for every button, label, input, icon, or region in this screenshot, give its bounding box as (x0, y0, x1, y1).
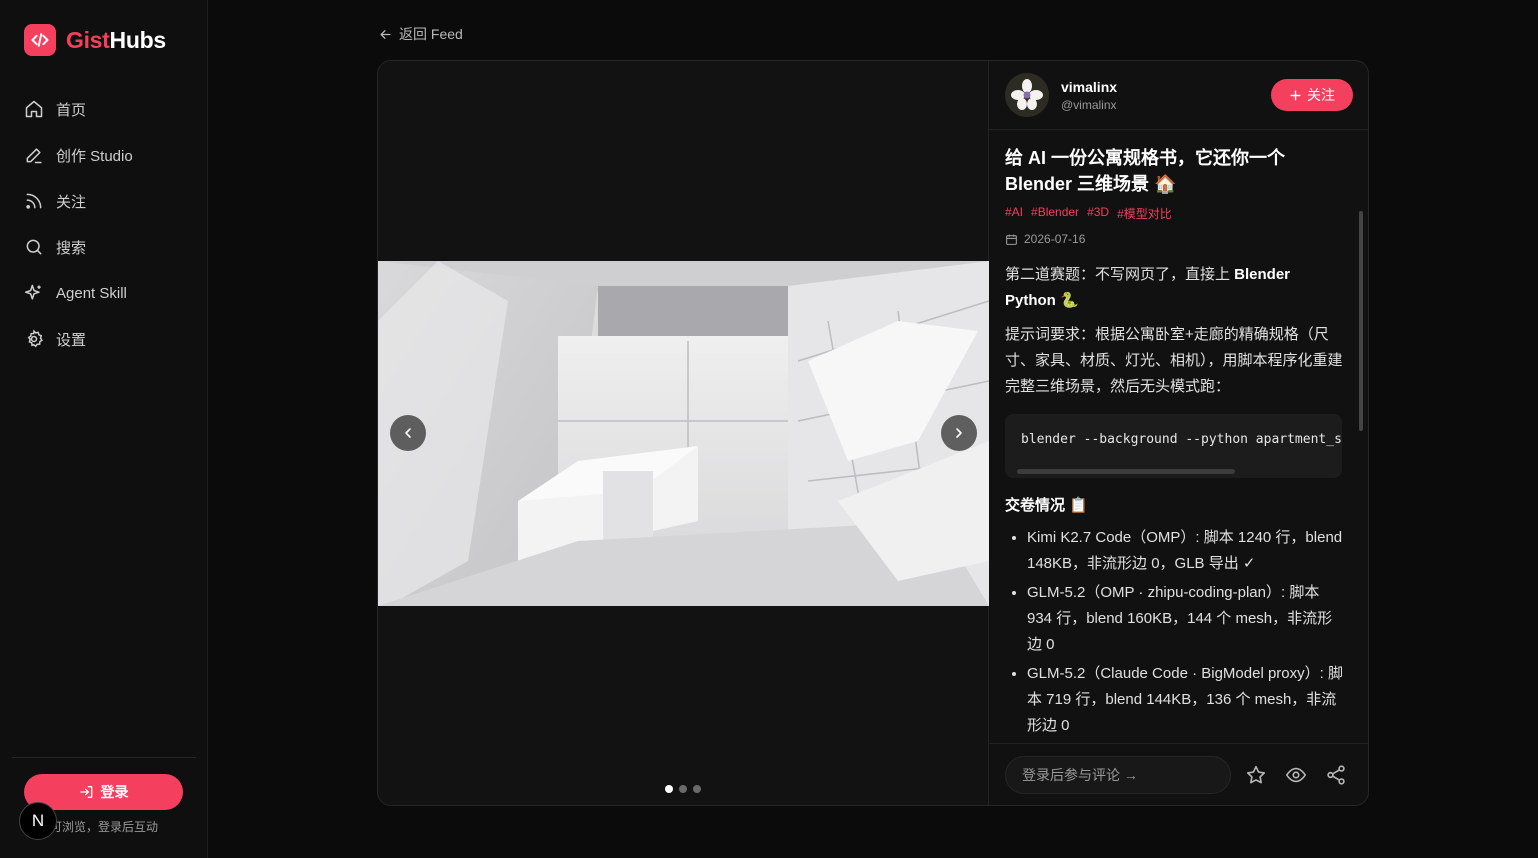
sidebar-divider (12, 757, 196, 758)
code-scrollbar[interactable] (1017, 469, 1235, 474)
eye-icon[interactable] (1285, 764, 1307, 786)
tag[interactable]: #AI (1005, 205, 1023, 222)
comment-input[interactable]: 登录后参与评论 → (1005, 756, 1231, 794)
rss-icon (26, 193, 42, 209)
home-icon (25, 100, 43, 118)
sidebar: GistHubs 首页 创作 Studio 关注 搜索 Agent Skill … (0, 0, 208, 858)
sidebar-item-following[interactable]: 关注 (12, 178, 196, 224)
logo[interactable]: GistHubs (24, 24, 166, 56)
author-name: vimalinx (1061, 78, 1118, 95)
carousel-prev-button[interactable] (390, 415, 426, 451)
sidebar-item-agent-skill[interactable]: Agent Skill (12, 270, 196, 316)
follow-button[interactable]: 关注 (1271, 79, 1353, 111)
chevron-left-icon (405, 428, 411, 438)
carousel-dots (665, 785, 701, 793)
results-heading: 交卷情况 📋 (1005, 497, 1088, 514)
code-icon (24, 24, 56, 56)
carousel-dot[interactable] (693, 785, 701, 793)
calendar-icon (1006, 234, 1017, 245)
sidebar-item-home[interactable]: 首页 (12, 86, 196, 132)
author-block[interactable]: vimalinx @vimalinx (1005, 73, 1117, 117)
tag[interactable]: #模型对比 (1117, 205, 1172, 222)
gear-icon (27, 329, 43, 348)
logo-text: GistHubs (66, 26, 166, 53)
post-prompt-text: 提示词要求：根据公寓卧室+走廊的精确规格（尺寸、家具、材质、灯光、相机），用脚本… (1005, 326, 1343, 395)
tag-list: #AI #Blender #3D #模型对比 (1005, 205, 1343, 222)
pen-icon (26, 148, 42, 164)
star-icon[interactable] (1245, 764, 1267, 786)
back-link[interactable]: 返回 Feed (378, 24, 463, 44)
code-text: blender --background --python apartment_… (1021, 432, 1342, 447)
carousel-dot[interactable] (679, 785, 687, 793)
list-item: GLM-5.2（OMP · zhipu-coding-plan）: 脚本 934… (1027, 580, 1343, 658)
post-intro: 第二道赛题：不写网页了，直接上 Blender Python 🐍 (1005, 266, 1291, 309)
sidebar-nav: 首页 创作 Studio 关注 搜索 Agent Skill 设置 (12, 86, 196, 362)
sidebar-item-label: 关注 (56, 193, 87, 211)
post-detail-panel: vimalinx @vimalinx 关注 给 AI 一份公寓规格书，它还你一个… (989, 61, 1368, 805)
back-link-label: 返回 Feed (399, 26, 463, 42)
search-icon (26, 239, 42, 255)
sparkles-icon (24, 284, 41, 300)
login-icon (79, 786, 92, 798)
divider (989, 743, 1368, 744)
sidebar-item-studio[interactable]: 创作 Studio (12, 132, 196, 178)
share-icon[interactable] (1325, 764, 1347, 786)
list-item: Kimi K2.7 Code（OMP）: 脚本 1240 行，blend 148… (1027, 525, 1343, 577)
post-content-scroll[interactable]: 给 AI 一份公寓规格书，它还你一个 Blender 三维场景 🏠 #AI #B… (989, 131, 1368, 741)
post-date: 2026-07-16 (1005, 232, 1343, 246)
sidebar-item-label: 创作 Studio (56, 147, 133, 165)
login-hint: 可浏览，登录后互动 (50, 820, 159, 834)
login-label: 登录 (100, 784, 129, 800)
list-item: GLM-5.2（Claude Code · BigModel proxy）: 脚… (1027, 661, 1343, 739)
post-date-text: 2026-07-16 (1024, 232, 1086, 246)
carousel-dot[interactable] (665, 785, 673, 793)
post-title: 给 AI 一份公寓规格书，它还你一个 Blender 三维场景 🏠 (1005, 148, 1286, 194)
divider (989, 129, 1368, 130)
chevron-right-icon (956, 428, 962, 438)
post-card: vimalinx @vimalinx 关注 给 AI 一份公寓规格书，它还你一个… (377, 60, 1369, 806)
carousel-next-button[interactable] (941, 415, 977, 451)
sidebar-item-settings[interactable]: 设置 (12, 316, 196, 362)
sidebar-item-label: 搜索 (56, 239, 87, 257)
dev-badge[interactable]: N (19, 802, 57, 840)
sidebar-item-label: 设置 (56, 331, 87, 349)
media-carousel (378, 61, 989, 805)
panel-scrollbar[interactable] (1359, 211, 1363, 431)
avatar[interactable] (1005, 73, 1049, 117)
tag[interactable]: #Blender (1031, 205, 1079, 222)
code-block[interactable]: blender --background --python apartment_… (1005, 414, 1342, 478)
author-handle: @vimalinx (1061, 97, 1117, 112)
sidebar-item-search[interactable]: 搜索 (12, 224, 196, 270)
tag[interactable]: #3D (1087, 205, 1109, 222)
results-list: Kimi K2.7 Code（OMP）: 脚本 1240 行，blend 148… (1005, 525, 1343, 739)
follow-label: 关注 (1307, 87, 1335, 103)
sidebar-item-label: Agent Skill (56, 284, 127, 302)
sidebar-item-label: 首页 (56, 101, 87, 119)
apartment-render-image (378, 261, 989, 606)
plus-icon (1290, 89, 1301, 101)
arrow-left-icon (380, 29, 391, 39)
